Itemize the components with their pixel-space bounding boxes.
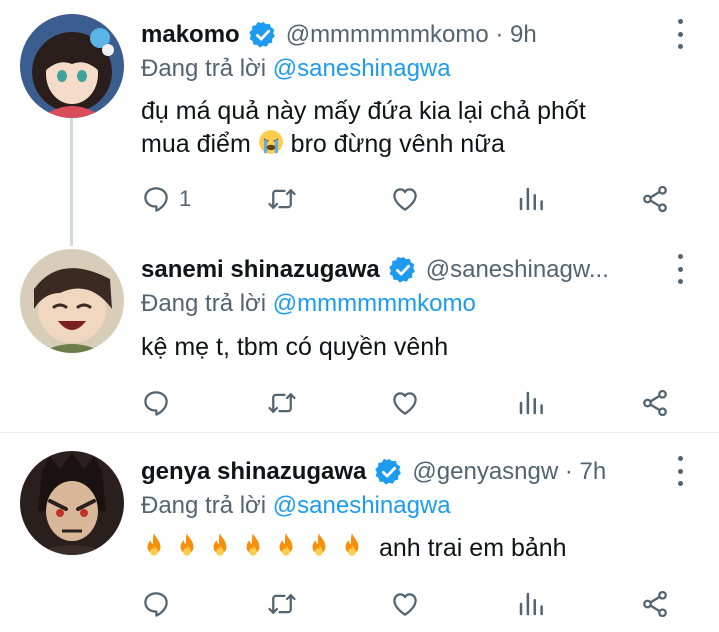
fire-emoji-icon [306, 532, 332, 560]
avatar-image [20, 249, 124, 353]
views-icon [516, 589, 546, 619]
replying-to: Đang trả lời @saneshinagwa [141, 55, 451, 83]
like-button[interactable] [390, 385, 420, 421]
more-icon[interactable] [675, 19, 685, 49]
divider [0, 432, 719, 433]
crying-face-emoji-icon [258, 130, 283, 154]
replying-to: Đang trả lời @saneshinagwa [141, 492, 451, 520]
replying-label: Đang trả lời [141, 55, 267, 82]
verified-badge-icon [248, 20, 278, 50]
verified-badge-icon [388, 255, 418, 285]
views-icon [516, 184, 546, 214]
tweet-makomo[interactable]: makomo @mmmmmmkomo · 9h Đang trả lời @sa… [0, 0, 719, 246]
avatar-image [20, 451, 124, 555]
fire-emoji-icon [141, 532, 167, 560]
tweet-text-line: đụ má quả này mấy đứa kia lại chả phốt [141, 97, 586, 125]
reply-icon [141, 388, 171, 418]
share-icon [640, 589, 670, 619]
share-button[interactable] [640, 586, 670, 622]
tweet-header: genya shinazugawa @genyasngw · 7h [141, 453, 671, 491]
tweet-text: đụ má quả này mấy đứa kia lại chả phốt m… [141, 95, 689, 161]
avatar-genya[interactable] [20, 451, 124, 555]
views-button[interactable] [516, 586, 546, 622]
fire-emoji-icon [207, 532, 233, 560]
handle-and-time[interactable]: @genyasngw · 7h [412, 458, 606, 486]
replying-label: Đang trả lời [141, 290, 267, 317]
handle-and-time[interactable]: @mmmmmmkomo · 9h [286, 21, 537, 49]
reply-count: 1 [179, 186, 192, 211]
reply-button[interactable] [141, 586, 171, 622]
fire-emoji-icon [339, 532, 365, 560]
avatar-image [20, 14, 124, 118]
reply-button[interactable] [141, 385, 171, 421]
like-icon [390, 589, 420, 619]
views-icon [516, 388, 546, 418]
tweet-text: anh trai em bảnh [141, 532, 689, 565]
tweet-text-part: anh trai em bảnh [378, 534, 567, 562]
retweet-icon [267, 589, 297, 619]
tweet-sanemi[interactable]: sanemi shinazugawa @saneshinagw... Đang … [0, 211, 719, 422]
replying-to-mention[interactable]: @mmmmmmkomo [273, 290, 476, 317]
fire-emoji-icon [240, 532, 266, 560]
display-name[interactable]: genya shinazugawa [141, 458, 366, 486]
more-icon[interactable] [675, 254, 685, 284]
retweet-button[interactable] [267, 385, 297, 421]
avatar-makomo[interactable] [20, 14, 124, 118]
tweet-header: sanemi shinazugawa @saneshinagw... [141, 251, 671, 289]
like-icon [390, 388, 420, 418]
replying-label: Đang trả lời [141, 492, 267, 519]
replying-to: Đang trả lời @mmmmmmkomo [141, 290, 476, 318]
retweet-icon [267, 184, 297, 214]
verified-badge-icon [374, 457, 404, 487]
tweet-genya[interactable]: genya shinazugawa @genyasngw · 7h Đang t… [0, 422, 719, 632]
replying-to-mention[interactable]: @saneshinagwa [273, 492, 451, 519]
reply-icon [141, 589, 171, 619]
tweet-text-line: mua điểm bro đừng vênh nữa [141, 128, 689, 161]
retweet-icon [267, 388, 297, 418]
tweet-text-part: mua điểm [141, 130, 251, 158]
tweet-actions [141, 385, 686, 421]
reply-icon [141, 184, 171, 214]
share-icon [640, 388, 670, 418]
like-button[interactable] [390, 586, 420, 622]
tweet-actions [141, 586, 686, 622]
like-icon [390, 184, 420, 214]
more-icon[interactable] [675, 456, 685, 486]
views-button[interactable] [516, 385, 546, 421]
replying-to-mention[interactable]: @saneshinagwa [273, 55, 451, 82]
fire-emoji-row [141, 534, 372, 562]
display-name[interactable]: makomo [141, 21, 240, 49]
share-button[interactable] [640, 385, 670, 421]
handle-and-time[interactable]: @saneshinagw... [426, 256, 609, 284]
fire-emoji-icon [174, 532, 200, 560]
tweet-text-part: bro đừng vênh nữa [290, 130, 505, 158]
tweet-header: makomo @mmmmmmkomo · 9h [141, 16, 671, 54]
fire-emoji-icon [273, 532, 299, 560]
avatar-sanemi[interactable] [20, 249, 124, 353]
display-name[interactable]: sanemi shinazugawa [141, 256, 380, 284]
tweet-text: kệ mẹ t, tbm có quyền vênh [141, 333, 449, 361]
retweet-button[interactable] [267, 586, 297, 622]
share-icon [640, 184, 670, 214]
